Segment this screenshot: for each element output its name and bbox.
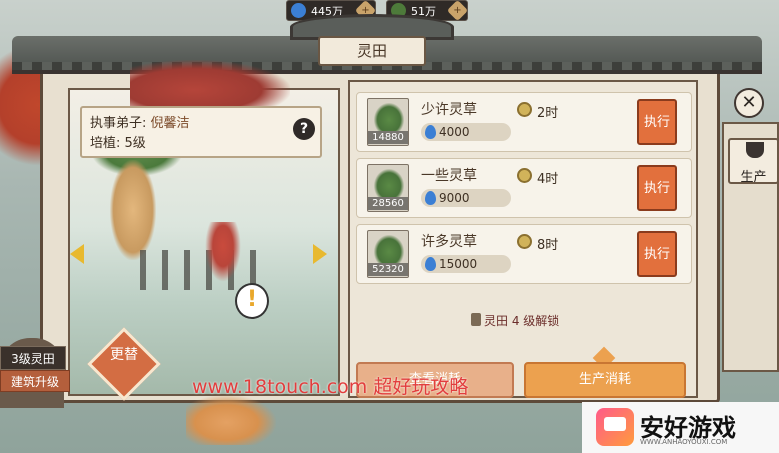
herb-cost: 9000 (421, 189, 511, 207)
herb-icon (374, 169, 404, 197)
cultivation-level: 5级 (124, 136, 146, 151)
unlock-hint: 灵田 4 级解锁 (484, 314, 560, 328)
disciple-row: 执事弟子: 倪馨洁 (90, 114, 312, 134)
herb-cost: 15000 (421, 255, 511, 273)
page-title: 灵田 (318, 36, 426, 66)
execute-button[interactable]: 执行 (637, 165, 677, 211)
herb-name: 少许灵草 (421, 102, 477, 118)
water-drop-icon (291, 3, 306, 18)
gamepad-logo-icon (596, 408, 634, 446)
add-herb-button[interactable]: + (446, 0, 469, 22)
disciple-info-box: 执事弟子: 倪馨洁 培植: 5级 (80, 106, 322, 158)
exclamation-bubble-icon[interactable]: ! (235, 283, 269, 319)
herb-thumbnail: 28560 (367, 164, 409, 212)
water-drop-icon (425, 257, 436, 271)
production-cost-button[interactable]: 生产消耗 (524, 362, 686, 398)
watermark-text: www.18touch.com 超好玩攻略 (192, 376, 469, 398)
clock-icon (517, 168, 532, 183)
herb-stock: 28560 (368, 197, 408, 210)
cultivation-label: 培植: (90, 136, 121, 151)
water-drop-icon (425, 191, 436, 205)
herb-name: 许多灵草 (421, 234, 477, 250)
herb-thumbnail: 14880 (367, 98, 409, 146)
herb-stock: 14880 (368, 131, 408, 144)
disciple-character (205, 222, 241, 282)
help-icon[interactable]: ? (293, 118, 315, 140)
building-upgrade-button[interactable]: 建筑升级 (0, 370, 70, 392)
change-button-label: 更替 (110, 347, 138, 363)
herb-row: 28560 一些灵草 9000 4时 执行 (356, 158, 692, 218)
clock-icon (517, 102, 532, 117)
execute-button[interactable]: 执行 (637, 99, 677, 145)
ginseng-spirit (110, 160, 156, 260)
disciple-name: 倪馨洁 (150, 116, 190, 131)
herb-row: 52320 许多灵草 15000 8时 执行 (356, 224, 692, 284)
clock-icon (517, 234, 532, 249)
herb-time: 4时 (517, 168, 558, 187)
herb-icon (374, 235, 404, 263)
herb-row: 14880 少许灵草 4000 2时 执行 (356, 92, 692, 152)
field-level-tag: 3级灵田 (0, 346, 66, 370)
herb-name: 一些灵草 (421, 168, 477, 184)
cultivation-row: 培植: 5级 (90, 134, 312, 154)
next-arrow-icon[interactable] (313, 244, 327, 264)
herb-thumbnail: 52320 (367, 230, 409, 278)
logo-subtext: WWW.ANHAOYOUXI.COM (640, 438, 728, 446)
shiba-dog (186, 395, 276, 445)
herb-time: 8时 (517, 234, 558, 253)
close-icon[interactable]: ✕ (734, 88, 764, 118)
execute-button[interactable]: 执行 (637, 231, 677, 277)
prev-arrow-icon[interactable] (70, 244, 84, 264)
herb-time: 2时 (517, 102, 558, 121)
herb-cost: 4000 (421, 123, 511, 141)
water-drop-icon (425, 125, 436, 139)
herb-icon (374, 103, 404, 131)
cauldron-icon (746, 142, 764, 158)
herb-stock: 52320 (368, 263, 408, 276)
disciple-label: 执事弟子: (90, 116, 147, 131)
